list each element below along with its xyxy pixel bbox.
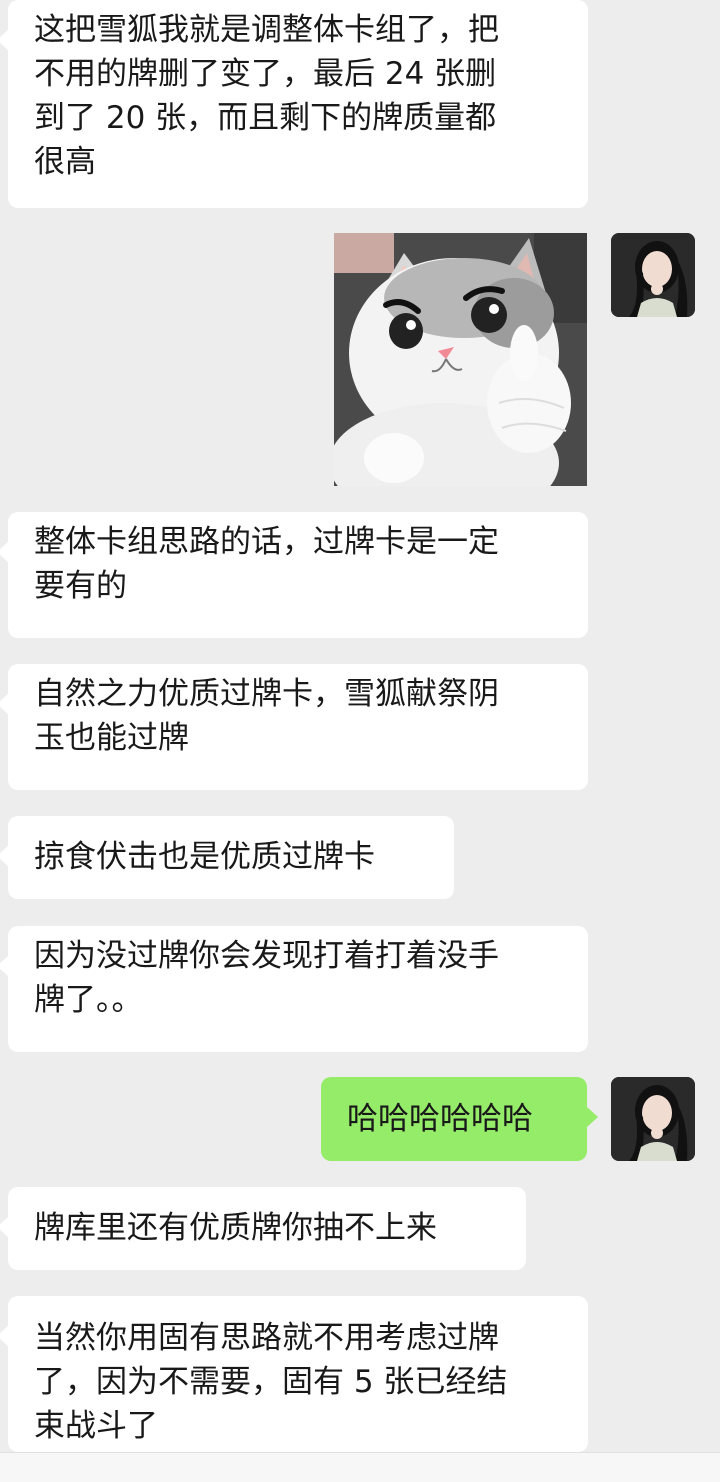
outgoing-message-bubble[interactable]: 哈哈哈哈哈哈	[321, 1077, 598, 1161]
user-avatar[interactable]	[611, 1077, 695, 1161]
user-avatar-photo-icon	[611, 1077, 695, 1161]
cat-thumbs-up-sticker[interactable]	[334, 233, 587, 486]
cat-sticker-icon	[334, 233, 587, 486]
bottom-input-bar	[0, 1452, 720, 1482]
incoming-message-bubble[interactable]: 这把雪狐我就是调整体卡组了，把 不用的牌删了变了，最后 24 张删 到了 20 …	[0, 0, 588, 208]
incoming-message-bubble[interactable]: 当然你用固有思路就不用考虑过牌 了，因为不需要，固有 5 张已经结 束战斗了	[0, 1296, 588, 1452]
incoming-message-bubble[interactable]: 牌库里还有优质牌你抽不上来	[0, 1187, 526, 1270]
incoming-message-bubble[interactable]: 整体卡组思路的话，过牌卡是一定 要有的	[0, 512, 588, 638]
incoming-message-bubble[interactable]: 因为没过牌你会发现打着打着没手 牌了。。	[0, 926, 588, 1052]
user-avatar-photo-icon	[611, 233, 695, 317]
incoming-message-bubble[interactable]: 自然之力优质过牌卡，雪狐献祭阴 玉也能过牌	[0, 664, 588, 790]
user-avatar[interactable]	[611, 233, 695, 317]
incoming-message-bubble[interactable]: 掠食伏击也是优质过牌卡	[0, 816, 454, 899]
